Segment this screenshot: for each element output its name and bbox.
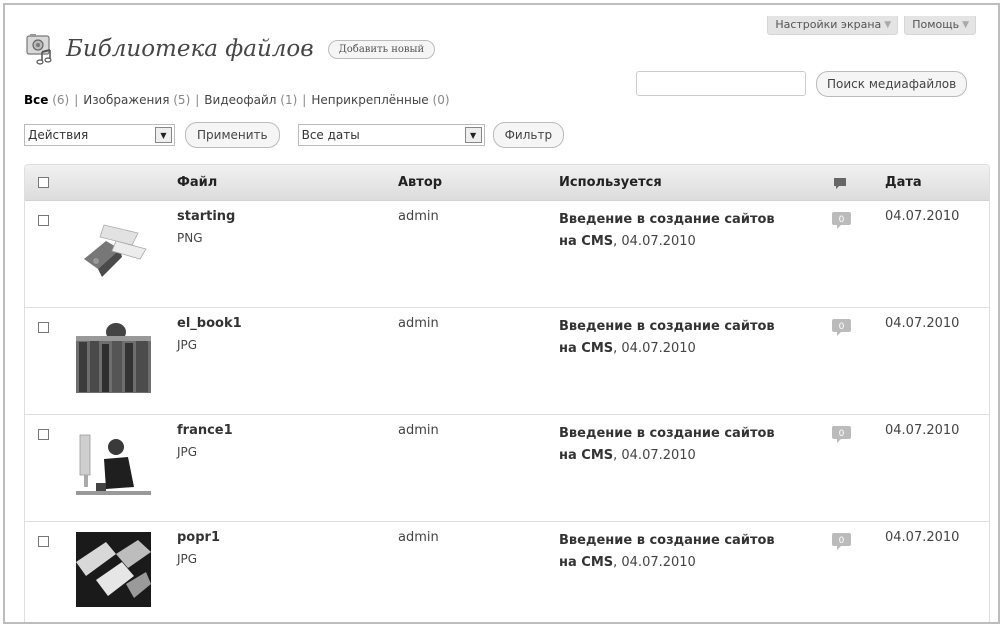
- separator: |: [74, 93, 79, 107]
- upload-date: 04.07.2010: [885, 209, 960, 224]
- attached-date: 04.07.2010: [621, 555, 696, 570]
- bulk-actions-value: Действия: [28, 128, 89, 142]
- comment-count: 0: [839, 429, 845, 439]
- filter-unattached-count: (0): [432, 93, 450, 107]
- row-checkbox[interactable]: [38, 215, 49, 226]
- filter-all-count: (6): [52, 93, 70, 107]
- page-title: Библиотека файлов: [66, 36, 314, 62]
- comment-count: 0: [839, 322, 845, 332]
- separator: |: [302, 93, 307, 107]
- comment-icon[interactable]: [833, 177, 847, 190]
- attached-to: Введение в создание сайтов на CMS, 04.07…: [559, 533, 775, 570]
- comment-count: 0: [839, 536, 845, 546]
- media-library-icon: [26, 34, 52, 65]
- comment-count: 0: [839, 215, 845, 225]
- row-checkbox[interactable]: [38, 536, 49, 547]
- triangle-down-icon: ▼: [962, 19, 969, 30]
- file-type: JPG: [177, 338, 198, 352]
- table-row: el_book1 JPG admin Введение в создание с…: [25, 308, 989, 415]
- screen-meta-links: Настройки экрана ▼ Помощь ▼: [767, 16, 976, 35]
- attached-post-link[interactable]: Введение в создание сайтов: [559, 319, 775, 334]
- bulk-actions-bar: Действия ▼ Применить Все даты ▼ Фильтр: [24, 122, 565, 148]
- author-name: admin: [398, 423, 439, 438]
- filter-links: Все (6) | Изображения (5) | Видеофайл (1) | Не…: [24, 93, 450, 107]
- column-date[interactable]: Дата: [885, 175, 922, 190]
- filter-button[interactable]: Фильтр: [492, 122, 565, 148]
- file-name[interactable]: popr1: [177, 530, 220, 545]
- media-table: Файл Автор Используется Дата starting PN…: [24, 164, 990, 622]
- filter-images-count: (5): [173, 93, 191, 107]
- author-name: admin: [398, 209, 439, 224]
- column-author: Автор: [398, 175, 443, 190]
- comment-count-bubble[interactable]: 0: [831, 425, 852, 444]
- author-name: admin: [398, 316, 439, 331]
- upload-date: 04.07.2010: [885, 530, 960, 545]
- attached-to: Введение в создание сайтов на CMS, 04.07…: [559, 319, 775, 356]
- file-name[interactable]: el_book1: [177, 316, 242, 331]
- file-type: JPG: [177, 445, 198, 459]
- date-filter-value: Все даты: [301, 128, 360, 142]
- help-label: Помощь: [912, 18, 960, 31]
- search-media-button[interactable]: Поиск медиафайлов: [816, 71, 968, 97]
- attached-post-link-cont[interactable]: на CMS: [559, 448, 613, 463]
- filter-video-link[interactable]: Видеофайл: [204, 93, 276, 107]
- attached-date: 04.07.2010: [621, 341, 696, 356]
- attached-date: 04.07.2010: [621, 448, 696, 463]
- file-type: JPG: [177, 552, 198, 566]
- thumbnail-starting[interactable]: [76, 211, 151, 286]
- help-button[interactable]: Помощь ▼: [904, 16, 976, 35]
- filter-images-link[interactable]: Изображения: [83, 93, 169, 107]
- date-filter-select[interactable]: Все даты ▼: [297, 124, 485, 146]
- thumbnail-france1[interactable]: [76, 425, 151, 500]
- column-file[interactable]: Файл: [177, 175, 217, 190]
- file-name[interactable]: france1: [177, 423, 233, 438]
- attached-post-link-cont[interactable]: на CMS: [559, 234, 613, 249]
- triangle-down-icon: ▼: [884, 19, 892, 30]
- author-name: admin: [398, 530, 439, 545]
- comment-count-bubble[interactable]: 0: [831, 532, 852, 551]
- search-input[interactable]: [636, 71, 806, 96]
- filter-all-link[interactable]: Все: [24, 93, 48, 107]
- attached-date: 04.07.2010: [621, 234, 696, 249]
- attached-post-link[interactable]: Введение в создание сайтов: [559, 533, 775, 548]
- attached-to: Введение в создание сайтов на CMS, 04.07…: [559, 212, 775, 249]
- row-checkbox[interactable]: [38, 429, 49, 440]
- table-row: popr1 JPG admin Введение в создание сайт…: [25, 522, 989, 622]
- separator: |: [195, 93, 200, 107]
- file-name[interactable]: starting: [177, 209, 235, 224]
- dropdown-arrow-icon: ▼: [464, 127, 482, 143]
- attached-post-link[interactable]: Введение в создание сайтов: [559, 426, 775, 441]
- file-type: PNG: [177, 231, 203, 245]
- upload-date: 04.07.2010: [885, 423, 960, 438]
- row-checkbox[interactable]: [38, 322, 49, 333]
- thumbnail-popr1[interactable]: [76, 532, 151, 607]
- select-all-checkbox[interactable]: [38, 177, 49, 188]
- filter-video-count: (1): [280, 93, 298, 107]
- add-new-button[interactable]: Добавить новый: [327, 39, 436, 59]
- attached-post-link-cont[interactable]: на CMS: [559, 555, 613, 570]
- page-header: Библиотека файлов Добавить новый: [24, 32, 436, 66]
- upload-date: 04.07.2010: [885, 316, 960, 331]
- filter-unattached-link[interactable]: Неприкреплённые: [311, 93, 428, 107]
- dropdown-arrow-icon: ▼: [155, 127, 172, 143]
- media-library-window: Настройки экрана ▼ Помощь ▼ Библиотека ф…: [3, 3, 1000, 624]
- screen-options-label: Настройки экрана: [775, 18, 882, 31]
- bulk-actions-select[interactable]: Действия ▼: [24, 124, 175, 146]
- table-row: france1 JPG admin Введение в создание са…: [25, 415, 989, 522]
- apply-button[interactable]: Применить: [185, 122, 280, 148]
- attached-to: Введение в создание сайтов на CMS, 04.07…: [559, 426, 775, 463]
- thumbnail-el-book1[interactable]: [76, 318, 151, 393]
- table-header: Файл Автор Используется Дата: [25, 165, 989, 201]
- column-attached: Используется: [559, 175, 662, 190]
- attached-post-link[interactable]: Введение в создание сайтов: [559, 212, 775, 227]
- screen-options-button[interactable]: Настройки экрана ▼: [767, 16, 899, 35]
- table-row: starting PNG admin Введение в создание с…: [25, 201, 989, 308]
- comment-count-bubble[interactable]: 0: [831, 318, 852, 337]
- attached-post-link-cont[interactable]: на CMS: [559, 341, 613, 356]
- comment-count-bubble[interactable]: 0: [831, 211, 852, 230]
